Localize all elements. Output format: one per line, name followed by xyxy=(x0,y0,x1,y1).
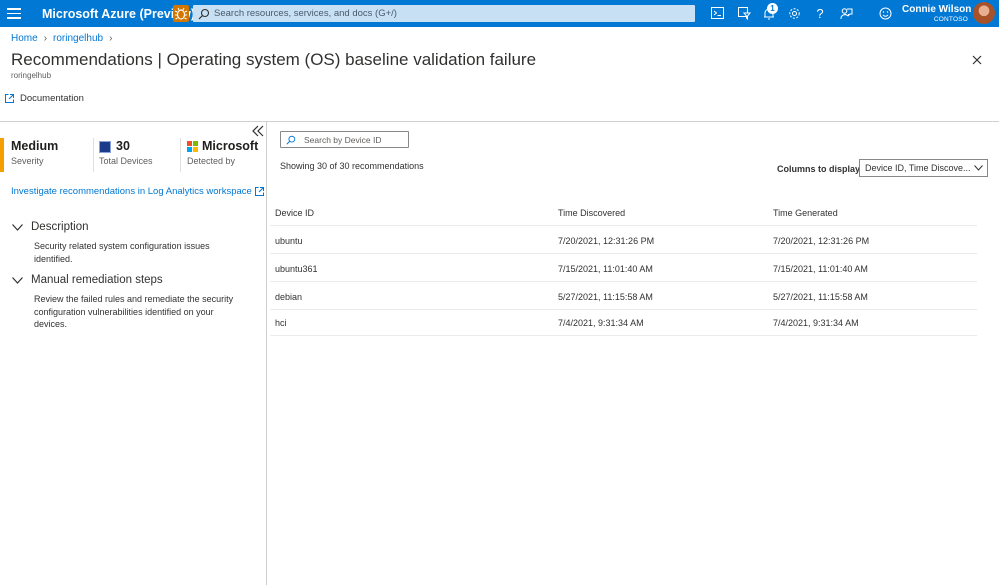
table-row[interactable]: ubuntu361 7/15/2021, 11:01:40 AM 7/15/20… xyxy=(270,254,977,282)
devices-table: Device ID Time Discovered Time Generated… xyxy=(270,198,977,336)
top-bar: Microsoft Azure (Preview) 1 ? Connie Wil… xyxy=(0,0,999,27)
documentation-label: Documentation xyxy=(20,93,84,104)
time-generated-cell: 7/4/2021, 9:31:34 AM xyxy=(773,318,859,328)
remediation-title: Manual remediation steps xyxy=(31,274,163,286)
columns-dropdown-value: Device ID, Time Discove... xyxy=(865,163,971,173)
log-analytics-link[interactable]: Investigate recommendations in Log Analy… xyxy=(11,186,264,197)
columns-label: Columns to display xyxy=(777,164,861,174)
microsoft-logo-icon xyxy=(187,141,198,152)
chevron-down-icon xyxy=(12,223,23,231)
description-text: Security related system configuration is… xyxy=(34,241,210,264)
global-search-box[interactable] xyxy=(193,5,695,22)
time-discovered-cell: 5/27/2021, 11:15:58 AM xyxy=(558,292,653,302)
column-header-time-generated[interactable]: Time Generated xyxy=(773,208,838,218)
global-search-input[interactable] xyxy=(214,8,684,19)
column-header-time-discovered[interactable]: Time Discovered xyxy=(558,208,625,218)
table-row[interactable]: ubuntu 7/20/2021, 12:31:26 PM 7/20/2021,… xyxy=(270,226,977,254)
severity-value: Medium xyxy=(11,139,59,153)
external-link-icon xyxy=(254,187,264,196)
device-search-box[interactable] xyxy=(280,131,409,148)
time-discovered-cell: 7/20/2021, 12:31:26 PM xyxy=(558,236,655,246)
description-section-toggle[interactable]: Description xyxy=(12,221,89,233)
search-icon xyxy=(286,135,296,145)
page-title: Recommendations | Operating system (OS) … xyxy=(11,50,537,69)
table-header-row: Device ID Time Discovered Time Generated xyxy=(270,198,977,226)
avatar[interactable] xyxy=(973,2,995,24)
column-header-device-id[interactable]: Device ID xyxy=(275,208,314,218)
device-id-cell: ubuntu xyxy=(275,236,303,246)
search-icon xyxy=(198,8,210,19)
chevron-down-icon xyxy=(974,165,983,171)
documentation-link[interactable]: Documentation xyxy=(5,93,84,104)
log-analytics-link-text: Investigate recommendations in Log Analy… xyxy=(11,186,252,197)
directory-filter-icon[interactable] xyxy=(736,5,752,21)
time-generated-cell: 7/15/2021, 11:01:40 AM xyxy=(773,264,868,274)
detected-by-value: Microsoft xyxy=(202,139,259,153)
time-discovered-cell: 7/15/2021, 11:01:40 AM xyxy=(558,264,653,274)
detected-by-stat: Microsoft Detected by xyxy=(180,138,267,172)
severity-stat: Medium Severity xyxy=(0,138,89,172)
time-generated-cell: 7/20/2021, 12:31:26 PM xyxy=(773,236,870,246)
remediation-section-toggle[interactable]: Manual remediation steps xyxy=(12,274,163,286)
tenant-name: CONTOSO xyxy=(933,16,968,23)
summary-stats: Medium Severity 30 Total Devices Microso… xyxy=(0,138,267,172)
device-id-cell: ubuntu361 xyxy=(275,264,318,274)
columns-dropdown[interactable]: Device ID, Time Discove... xyxy=(859,159,988,177)
collapse-panel-icon[interactable] xyxy=(251,124,265,138)
account-info[interactable]: Connie Wilson CONTOSO xyxy=(902,4,972,24)
chevron-right-icon: › xyxy=(109,33,113,44)
description-title: Description xyxy=(31,221,89,233)
settings-gear-icon[interactable] xyxy=(786,5,802,21)
breadcrumb-hub-link[interactable]: roringelhub xyxy=(53,33,103,44)
breadcrumb-home-link[interactable]: Home xyxy=(11,33,38,44)
device-id-cell: debian xyxy=(275,292,303,302)
notification-count-badge: 1 xyxy=(767,3,778,14)
chevron-right-icon: › xyxy=(43,33,48,44)
chip-icon xyxy=(99,140,111,153)
device-search-input[interactable] xyxy=(304,134,404,145)
chevron-down-icon xyxy=(12,276,23,284)
feedback-icon[interactable] xyxy=(838,5,854,21)
remediation-text: Review the failed rules and remediate th… xyxy=(34,294,234,329)
user-name: Connie Wilson xyxy=(902,4,972,15)
details-panel: Medium Severity 30 Total Devices Microso… xyxy=(0,122,267,585)
more-options-button[interactable]: ··· xyxy=(512,52,525,67)
help-question-icon[interactable]: ? xyxy=(812,5,828,21)
cloud-shell-icon[interactable] xyxy=(709,5,725,21)
devices-label: Total Devices xyxy=(99,156,153,166)
devices-stat: 30 Total Devices xyxy=(93,138,179,172)
table-row[interactable]: debian 5/27/2021, 11:15:58 AM 5/27/2021,… xyxy=(270,282,977,310)
device-id-cell: hci xyxy=(275,318,287,328)
breadcrumb: Home › roringelhub › xyxy=(11,33,118,44)
results-count: Showing 30 of 30 recommendations xyxy=(280,161,424,171)
detected-by-label: Detected by xyxy=(187,156,236,166)
page-subtitle: roringelhub xyxy=(11,71,52,80)
severity-label: Severity xyxy=(11,156,44,166)
external-link-icon xyxy=(5,94,14,103)
bug-icon[interactable] xyxy=(173,5,189,22)
table-row[interactable]: hci 7/4/2021, 9:31:34 AM 7/4/2021, 9:31:… xyxy=(270,310,977,336)
hamburger-menu-icon[interactable] xyxy=(6,5,22,21)
time-discovered-cell: 7/4/2021, 9:31:34 AM xyxy=(558,318,644,328)
time-generated-cell: 5/27/2021, 11:15:58 AM xyxy=(773,292,868,302)
close-icon[interactable] xyxy=(971,53,983,65)
devices-value: 30 xyxy=(116,139,130,153)
smiley-feedback-icon[interactable] xyxy=(877,5,893,21)
